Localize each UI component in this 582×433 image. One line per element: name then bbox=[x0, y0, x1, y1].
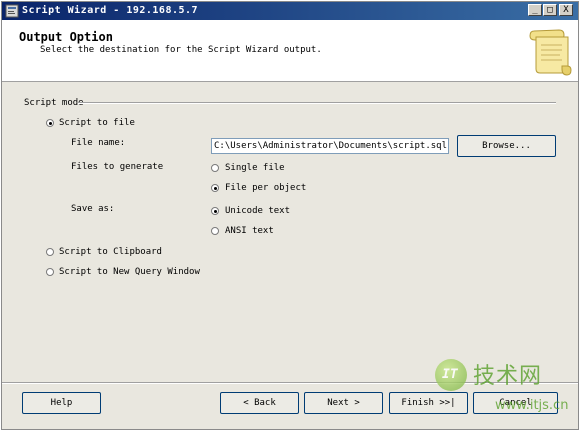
next-button[interactable]: Next > bbox=[304, 392, 383, 414]
file-per-object-label[interactable]: File per object bbox=[225, 183, 306, 193]
script-to-new-query-window-radio[interactable] bbox=[46, 268, 54, 276]
script-to-clipboard-radio[interactable] bbox=[46, 248, 54, 256]
page-title: Output Option bbox=[19, 30, 113, 44]
footer-divider bbox=[2, 382, 578, 384]
script-to-new-query-window-label[interactable]: Script to New Query Window bbox=[59, 267, 200, 277]
window-title: Script Wizard - 192.168.5.7 bbox=[22, 5, 199, 16]
ansi-text-label[interactable]: ANSI text bbox=[225, 226, 274, 236]
script-mode-group-label: Script mode bbox=[24, 98, 84, 108]
script-to-file-radio[interactable] bbox=[46, 119, 54, 127]
script-wizard-window: Script Wizard - 192.168.5.7 _ □ X Output… bbox=[1, 1, 579, 430]
maximize-button[interactable]: □ bbox=[543, 4, 557, 16]
app-icon bbox=[5, 4, 19, 18]
file-name-label: File name: bbox=[71, 138, 126, 148]
group-divider bbox=[78, 102, 556, 104]
page-subtitle: Select the destination for the Script Wi… bbox=[40, 45, 322, 55]
single-file-radio[interactable] bbox=[211, 164, 219, 172]
script-to-clipboard-label[interactable]: Script to Clipboard bbox=[59, 247, 162, 257]
help-button[interactable]: Help bbox=[22, 392, 101, 414]
cancel-button[interactable]: Cancel bbox=[473, 392, 558, 414]
back-button[interactable]: < Back bbox=[220, 392, 299, 414]
title-bar[interactable]: Script Wizard - 192.168.5.7 _ □ X bbox=[2, 2, 578, 20]
file-name-input[interactable]: C:\Users\Administrator\Documents\script.… bbox=[211, 138, 449, 154]
files-to-generate-label: Files to generate bbox=[71, 162, 164, 172]
wizard-header: Output Option Select the destination for… bbox=[2, 20, 578, 82]
save-as-label: Save as: bbox=[71, 204, 115, 214]
browse-button[interactable]: Browse... bbox=[457, 135, 556, 157]
scroll-icon bbox=[529, 29, 572, 76]
finish-button[interactable]: Finish >>| bbox=[389, 392, 468, 414]
unicode-text-radio[interactable] bbox=[211, 207, 219, 215]
minimize-button[interactable]: _ bbox=[528, 4, 542, 16]
ansi-text-radio[interactable] bbox=[211, 227, 219, 235]
close-button[interactable]: X bbox=[559, 4, 573, 16]
unicode-text-label[interactable]: Unicode text bbox=[225, 206, 290, 216]
file-per-object-radio[interactable] bbox=[211, 184, 219, 192]
single-file-label[interactable]: Single file bbox=[225, 163, 285, 173]
script-to-file-label[interactable]: Script to file bbox=[59, 118, 135, 128]
